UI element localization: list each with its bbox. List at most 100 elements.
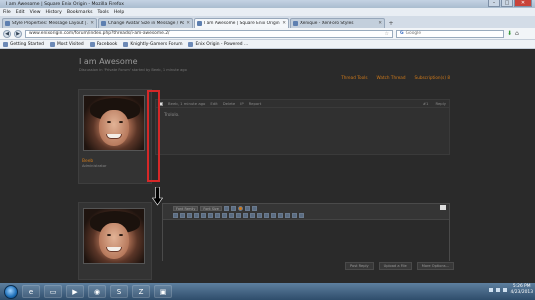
firefox-icon[interactable]: ◉ bbox=[88, 285, 106, 298]
tab-close-icon[interactable]: ✕ bbox=[186, 21, 190, 26]
font-size-select[interactable]: Font Size bbox=[200, 205, 222, 211]
media-player-icon[interactable]: ▶ bbox=[66, 285, 84, 298]
back-button[interactable]: ◀ bbox=[3, 29, 11, 38]
quick-reply-editor: Font Family Font Size bbox=[162, 203, 450, 262]
menu-help[interactable]: Help bbox=[114, 10, 124, 15]
align-right-icon[interactable] bbox=[215, 213, 220, 218]
menu-view[interactable]: View bbox=[30, 10, 41, 15]
menu-history[interactable]: History bbox=[46, 10, 62, 15]
smilies-icon[interactable] bbox=[237, 205, 243, 211]
insert-media-icon[interactable] bbox=[251, 205, 257, 211]
underline-icon[interactable] bbox=[187, 213, 192, 218]
align-left-icon[interactable] bbox=[201, 213, 206, 218]
subscriptions-link[interactable]: Subscription(s) 8 bbox=[415, 75, 450, 80]
system-tray: 5:26 PM 4/23/2013 bbox=[489, 284, 533, 296]
network-icon[interactable] bbox=[496, 288, 501, 292]
bookmark-enix-origin[interactable]: Enix Origin - Powered ... bbox=[188, 41, 248, 47]
indent-icon[interactable] bbox=[243, 213, 248, 218]
window-icon[interactable]: ▣ bbox=[154, 285, 172, 298]
internet-explorer-icon[interactable]: e bbox=[22, 285, 40, 298]
post-reply-button[interactable]: Post Reply bbox=[345, 262, 374, 270]
bookmark-star-icon[interactable]: ☆ bbox=[385, 31, 389, 37]
bookmark-icon bbox=[89, 41, 95, 47]
edit-link[interactable]: Edit bbox=[210, 101, 217, 106]
page-subtitle: Discussion in 'Private Forum' started by… bbox=[79, 68, 187, 72]
navigation-bar: ◀ ▶ www.enixorigin.com/forum/index.php?t… bbox=[0, 28, 535, 40]
code-icon[interactable] bbox=[285, 213, 290, 218]
tab-close-icon[interactable]: ✕ bbox=[378, 21, 382, 26]
url-bar[interactable]: www.enixorigin.com/forum/index.php?threa… bbox=[25, 29, 393, 38]
message-meta-bar: Beeb, 1 minute ago Edit Delete IP Report… bbox=[156, 100, 449, 108]
insert-image-icon[interactable] bbox=[244, 205, 250, 211]
forward-button[interactable]: ▶ bbox=[14, 29, 22, 38]
tray-icon[interactable] bbox=[489, 288, 494, 292]
upload-file-button[interactable]: Upload a File bbox=[378, 262, 412, 270]
align-center-icon[interactable] bbox=[208, 213, 213, 218]
bold-icon[interactable] bbox=[173, 213, 178, 218]
folder-icon[interactable]: ▭ bbox=[44, 285, 62, 298]
menu-bookmarks[interactable]: Bookmarks bbox=[67, 10, 93, 15]
reply-textarea[interactable] bbox=[163, 220, 449, 262]
tab-style-properties[interactable]: Style Properties: Message Layout | Ad...… bbox=[2, 18, 97, 28]
bookmark-knightly-gamers[interactable]: Knightly-Gamers Forum bbox=[123, 41, 182, 47]
font-family-select[interactable]: Font Family bbox=[173, 205, 199, 211]
post-author-date[interactable]: Beeb, 1 minute ago bbox=[168, 101, 205, 106]
undo-icon[interactable] bbox=[292, 213, 297, 218]
favicon-icon bbox=[293, 21, 298, 26]
bookmark-facebook[interactable]: Facebook bbox=[89, 41, 117, 47]
image-icon[interactable] bbox=[264, 213, 269, 218]
download-icon[interactable]: ⬇ bbox=[507, 30, 512, 37]
bookmark-getting-started[interactable]: Getting Started bbox=[3, 41, 44, 47]
reply-link[interactable]: Reply bbox=[435, 101, 446, 106]
maximize-button[interactable]: □ bbox=[501, 0, 513, 7]
tab-change-avatar[interactable]: Change Avatar Size in Message / Post... … bbox=[98, 18, 193, 28]
post-number[interactable]: #1 bbox=[423, 101, 429, 106]
tab-i-am-awesome[interactable]: I am Awesome | Square Enix Origin ✕ bbox=[194, 18, 289, 28]
tab-close-icon[interactable]: ✕ bbox=[282, 21, 286, 26]
link-icon[interactable] bbox=[250, 213, 255, 218]
home-icon[interactable]: ⌂ bbox=[515, 30, 519, 37]
menu-bar: File Edit View History Bookmarks Tools H… bbox=[0, 8, 535, 16]
strikethrough-icon[interactable] bbox=[194, 213, 199, 218]
editor-toolbar: Font Family Font Size bbox=[163, 204, 449, 212]
text-color-icon[interactable] bbox=[223, 205, 229, 211]
forecolor-icon[interactable] bbox=[230, 205, 236, 211]
editor-toolbar-formatting bbox=[163, 212, 449, 220]
tab-close-icon[interactable]: ✕ bbox=[90, 21, 94, 26]
skype-icon[interactable]: S bbox=[110, 285, 128, 298]
ip-link[interactable]: IP bbox=[240, 101, 243, 106]
menu-file[interactable]: File bbox=[3, 10, 11, 15]
clock[interactable]: 5:26 PM 4/23/2013 bbox=[510, 284, 533, 296]
volume-icon[interactable] bbox=[503, 288, 508, 292]
search-input[interactable]: G Google bbox=[396, 29, 504, 38]
redo-icon[interactable] bbox=[299, 213, 304, 218]
new-tab-button[interactable]: + bbox=[386, 20, 396, 28]
bookmark-most-visited[interactable]: Most Visited bbox=[49, 41, 84, 47]
thread-tools-link[interactable]: Thread Tools bbox=[341, 75, 367, 80]
bullet-list-icon[interactable] bbox=[222, 213, 227, 218]
media-icon[interactable] bbox=[271, 213, 276, 218]
thread-tools: Thread Tools Watch Thread Subscription(s… bbox=[341, 75, 450, 80]
outdent-icon[interactable] bbox=[236, 213, 241, 218]
close-window-button[interactable]: ✕ bbox=[514, 0, 532, 7]
menu-edit[interactable]: Edit bbox=[16, 10, 25, 15]
delete-link[interactable]: Delete bbox=[223, 101, 235, 106]
avatar bbox=[83, 208, 145, 264]
watch-thread-link[interactable]: Watch Thread bbox=[377, 75, 406, 80]
minimize-button[interactable]: – bbox=[488, 0, 500, 7]
more-options-button[interactable]: More Options... bbox=[416, 262, 455, 270]
favicon-icon bbox=[197, 21, 202, 26]
avatar[interactable] bbox=[83, 95, 145, 151]
report-link[interactable]: Report bbox=[249, 101, 262, 106]
windows-taskbar: e ▭ ▶ ◉ S Z ▣ 5:26 PM 4/23/2013 bbox=[0, 283, 535, 300]
quote-icon[interactable] bbox=[278, 213, 283, 218]
menu-tools[interactable]: Tools bbox=[98, 10, 109, 15]
numbered-list-icon[interactable] bbox=[229, 213, 234, 218]
italic-icon[interactable] bbox=[180, 213, 185, 218]
unlink-icon[interactable] bbox=[257, 213, 262, 218]
filezilla-icon[interactable]: Z bbox=[132, 285, 150, 298]
tab-xenique[interactable]: Xenique - XenForo Styles ✕ bbox=[290, 18, 385, 28]
toggle-source-icon[interactable] bbox=[440, 205, 446, 210]
message-text: Trololo. bbox=[164, 113, 180, 118]
start-button[interactable] bbox=[4, 284, 18, 299]
